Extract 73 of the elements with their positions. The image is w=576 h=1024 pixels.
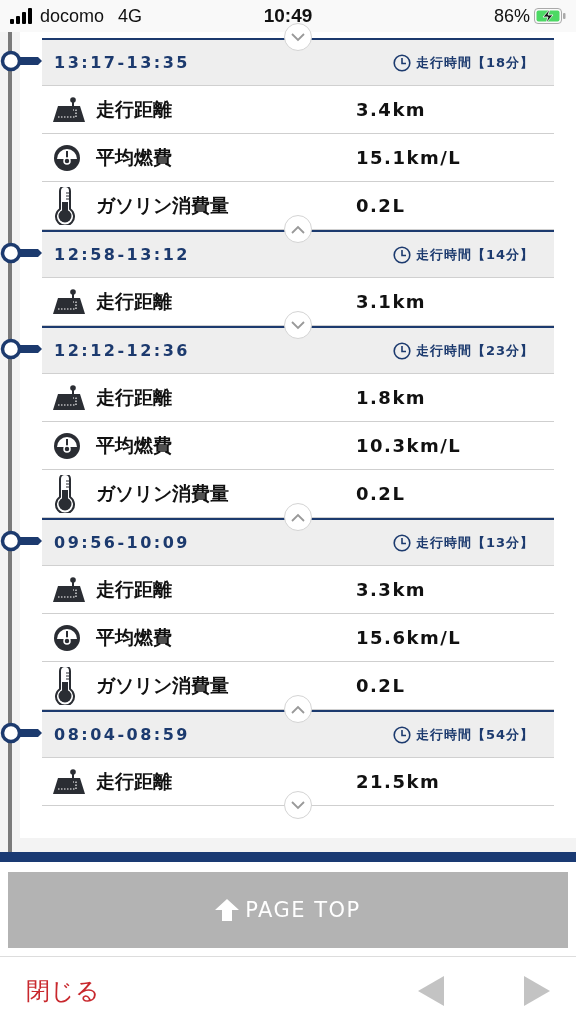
- metric-value: 21.5km: [356, 771, 442, 792]
- metric-value: 10.3km/L: [356, 435, 463, 456]
- duration-label: 走行時間【14分】: [415, 245, 534, 264]
- metric-value: 3.1km: [356, 291, 428, 312]
- signal-icon: [10, 8, 34, 24]
- close-link[interactable]: 閉じる: [26, 974, 100, 1007]
- metric-value: 0.2L: [356, 675, 407, 696]
- gauge-icon: [52, 142, 82, 173]
- trip-header[interactable]: 09:56-10:09 走行時間【13分】: [42, 518, 554, 566]
- chevron-icon: [291, 320, 305, 330]
- clock-icon: [392, 245, 411, 264]
- trip-header[interactable]: 13:17-13:35 走行時間【18分】: [42, 38, 554, 86]
- time-range: 09:56-10:09: [54, 533, 190, 552]
- toggle-button[interactable]: [284, 791, 312, 819]
- trip-header[interactable]: 08:04-08:59 走行時間【54分】: [42, 710, 554, 758]
- toggle-button[interactable]: [284, 695, 312, 723]
- chevron-icon: [291, 512, 305, 522]
- duration-label: 走行時間【23分】: [415, 341, 534, 360]
- clock-icon: [392, 725, 411, 744]
- duration-label: 走行時間【18分】: [415, 53, 534, 72]
- metric-value: 1.8km: [356, 387, 428, 408]
- thermometer-icon: [52, 474, 78, 513]
- metric-label: 平均燃費: [96, 144, 173, 170]
- duration-label: 走行時間【13分】: [415, 533, 534, 552]
- time-range: 12:12-12:36: [54, 341, 190, 360]
- metric-value: 3.4km: [356, 99, 428, 120]
- time-range: 08:04-08:59: [54, 725, 190, 744]
- metric-label: 平均燃費: [96, 432, 173, 458]
- up-arrow-icon: [215, 899, 240, 921]
- time-range: 13:17-13:35: [54, 53, 190, 72]
- time-range: 12:58-13:12: [54, 245, 190, 264]
- metric-label: 走行距離: [96, 96, 173, 122]
- thermometer-icon: [52, 186, 78, 225]
- metric-label: ガソリン消費量: [96, 480, 230, 506]
- battery-percent: 86%: [493, 5, 530, 27]
- metric-label: 走行距離: [96, 576, 173, 602]
- clock-icon: [392, 341, 411, 360]
- gauge-icon: [52, 430, 82, 461]
- toggle-button[interactable]: [284, 311, 312, 339]
- route-map-icon: [52, 96, 86, 123]
- gauge-icon: [52, 622, 82, 653]
- duration-label: 走行時間【54分】: [415, 725, 534, 744]
- metric-value: 3.3km: [356, 579, 428, 600]
- thermometer-icon: [52, 666, 78, 705]
- metric-label: 平均燃費: [96, 624, 173, 650]
- metric-label: 走行距離: [96, 384, 173, 410]
- clock-icon: [392, 53, 411, 72]
- toggle-button[interactable]: [284, 503, 312, 531]
- route-map-icon: [52, 288, 86, 315]
- chevron-icon: [291, 704, 305, 714]
- clock-time: 10:49: [263, 5, 313, 27]
- network-type: 4G: [118, 5, 143, 27]
- metric-value: 15.1km/L: [356, 147, 463, 168]
- metric-label: ガソリン消費量: [96, 672, 230, 698]
- toggle-button[interactable]: [284, 215, 312, 243]
- route-map-icon: [52, 384, 86, 411]
- route-map-icon: [52, 768, 86, 795]
- metric-label: 走行距離: [96, 288, 173, 314]
- trip-header[interactable]: 12:58-13:12 走行時間【14分】: [42, 230, 554, 278]
- trip-header[interactable]: 12:12-12:36 走行時間【23分】: [42, 326, 554, 374]
- metric-value: 15.6km/L: [356, 627, 463, 648]
- metric-value: 0.2L: [356, 195, 407, 216]
- chevron-icon: [291, 224, 305, 234]
- chevron-icon: [291, 32, 305, 42]
- metric-label: 走行距離: [96, 768, 173, 794]
- metric-label: ガソリン消費量: [96, 192, 230, 218]
- chevron-icon: [291, 800, 305, 810]
- carrier-name: docomo: [40, 5, 105, 27]
- route-map-icon: [52, 576, 86, 603]
- forward-arrow-icon[interactable]: [524, 975, 550, 1006]
- clock-icon: [392, 533, 411, 552]
- back-arrow-icon[interactable]: [418, 975, 444, 1006]
- metric-value: 0.2L: [356, 483, 407, 504]
